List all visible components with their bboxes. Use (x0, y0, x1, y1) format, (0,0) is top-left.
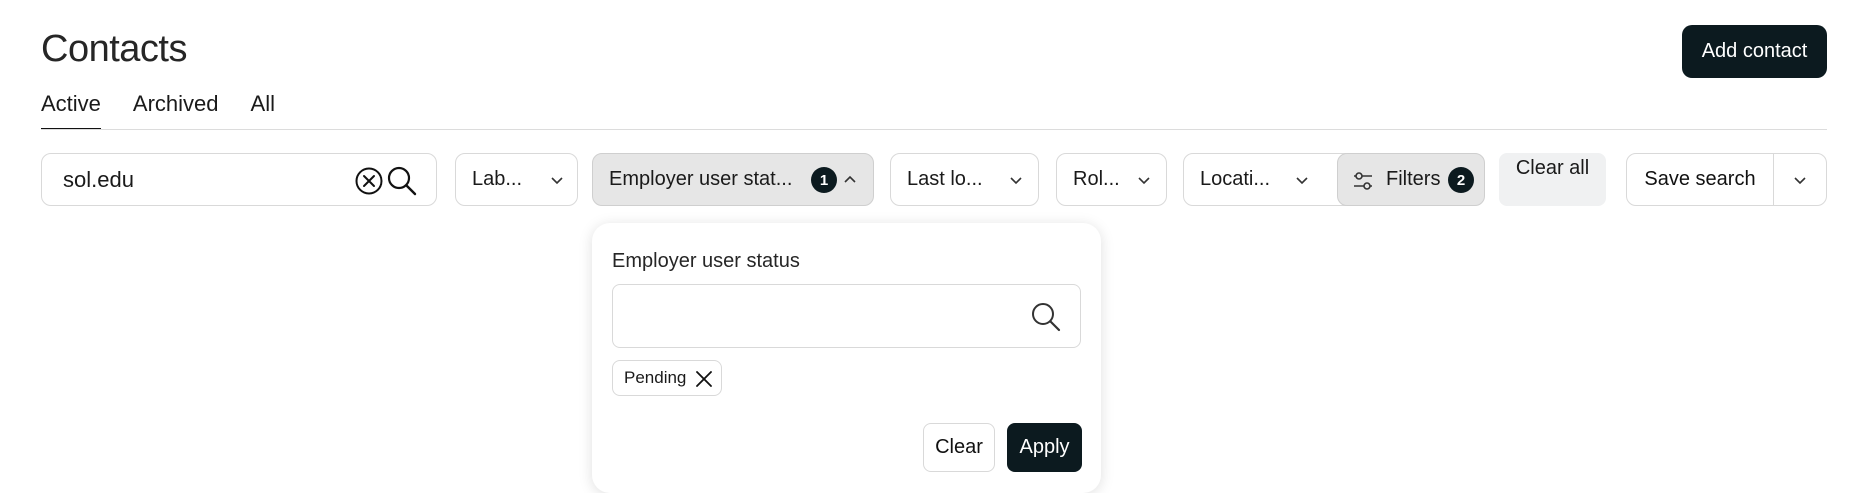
more-filters-button[interactable]: Filters 2 (1337, 153, 1485, 206)
tabs-divider (41, 129, 1827, 130)
search-icon (1032, 303, 1061, 332)
chevron-down-icon (1010, 177, 1022, 185)
filter-labels-label: Lab... (472, 168, 523, 190)
sliders-icon (1354, 172, 1372, 190)
filter-location[interactable]: Locati... (1183, 153, 1354, 206)
filter-employer-user-status[interactable]: Employer user stat... 1 (592, 153, 874, 206)
employer-status-popover: Employer user status Pending Clear Apply (592, 223, 1101, 493)
filter-role[interactable]: Rol... (1056, 153, 1167, 206)
chevron-down-icon (1296, 177, 1308, 185)
chevron-down-icon (1138, 177, 1150, 185)
filter-employer-status-label: Employer user stat... (609, 168, 793, 190)
tag-label: Pending (624, 368, 687, 387)
filters-count-badge: 2 (1448, 167, 1474, 193)
more-filters-label: Filters (1386, 168, 1441, 190)
chevron-down-icon (551, 177, 563, 185)
tab-all[interactable]: All (251, 88, 275, 130)
save-search-menu-button[interactable] (1774, 154, 1826, 205)
popover-search-field[interactable] (612, 284, 1081, 348)
filter-role-label: Rol... (1073, 168, 1120, 190)
filter-count-badge: 1 (811, 167, 837, 193)
tab-active[interactable]: Active (41, 88, 101, 130)
save-search-group: Save search (1626, 153, 1827, 206)
filter-last-login-label: Last lo... (907, 168, 983, 190)
popover-search-input[interactable] (625, 297, 1025, 335)
popover-apply-button[interactable]: Apply (1007, 423, 1082, 472)
chevron-up-icon (844, 175, 856, 183)
page-title: Contacts (41, 28, 187, 70)
add-contact-button[interactable]: Add contact (1682, 25, 1827, 78)
clear-search-icon[interactable] (354, 166, 384, 196)
tab-archived[interactable]: Archived (133, 88, 219, 130)
save-search-button[interactable]: Save search (1627, 154, 1774, 205)
filter-labels[interactable]: Lab... (455, 153, 578, 206)
search-input[interactable]: sol.edu (41, 153, 437, 206)
filter-location-label: Locati... (1200, 168, 1271, 190)
clear-all-button[interactable]: Clear all (1499, 153, 1606, 206)
search-value: sol.edu (63, 167, 134, 192)
remove-tag-icon[interactable] (695, 370, 713, 388)
chevron-down-icon (1794, 176, 1806, 184)
filter-last-login[interactable]: Last lo... (890, 153, 1039, 206)
selected-tag-pending: Pending (612, 360, 722, 396)
popover-clear-button[interactable]: Clear (923, 423, 995, 472)
popover-title: Employer user status (612, 250, 800, 272)
search-icon[interactable] (386, 165, 418, 197)
tabs: Active Archived All (41, 88, 307, 130)
